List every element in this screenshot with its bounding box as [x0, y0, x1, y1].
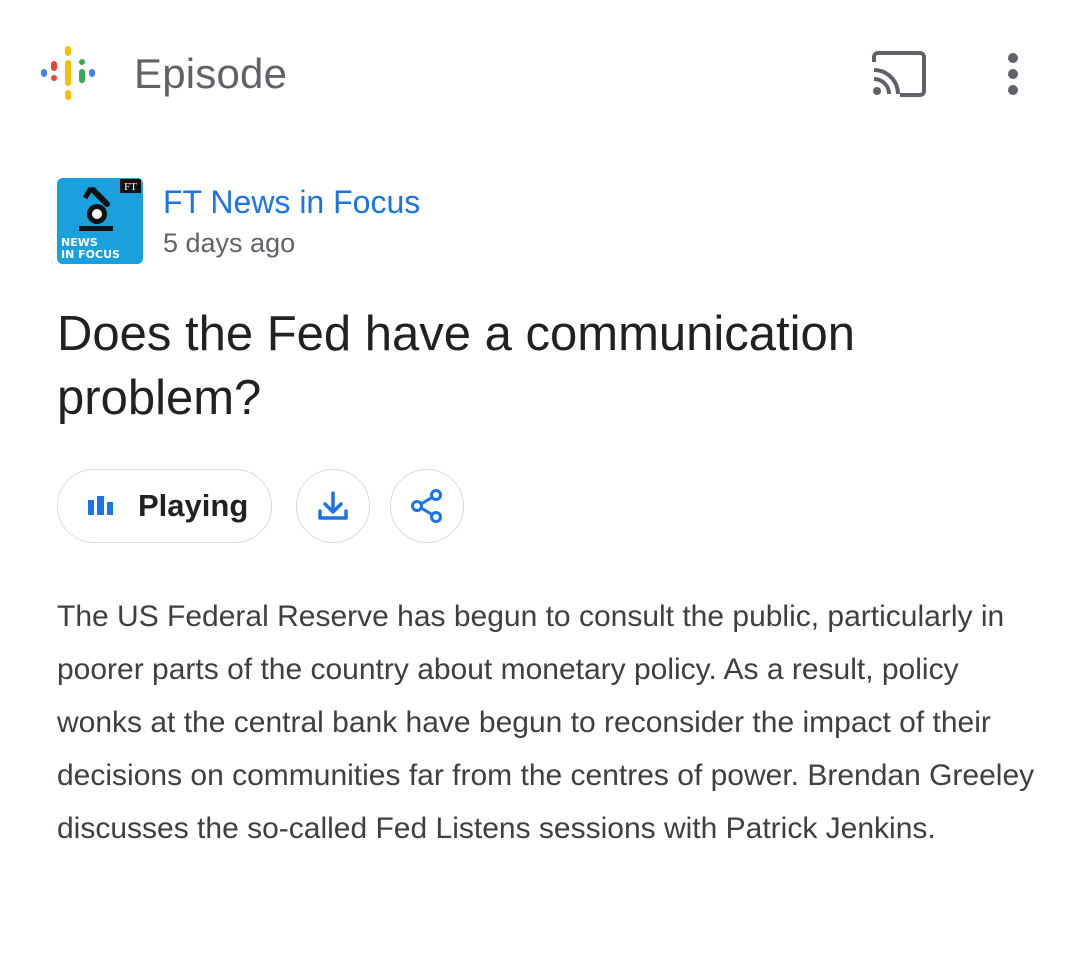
more-vert-icon — [1008, 53, 1018, 95]
art-badge-text: FT — [124, 181, 137, 193]
play-button[interactable]: Playing — [57, 469, 272, 543]
equalizer-icon — [88, 496, 113, 515]
download-icon — [318, 491, 348, 520]
more-options-button[interactable] — [990, 46, 1036, 102]
episode-age: 5 days ago — [163, 228, 296, 258]
download-button[interactable] — [296, 469, 370, 543]
episode-actions: Playing — [57, 469, 657, 545]
cast-icon — [872, 51, 926, 97]
episode-title: Does the Fed have a communication proble… — [57, 307, 856, 425]
episode-description: The US Federal Reserve has begun to cons… — [57, 600, 1035, 845]
top-app-bar: Episode — [0, 0, 1080, 146]
art-label-line2: IN FOCUS — [61, 248, 120, 261]
podcast-info: FT NEWS IN FOCUS FT News in Focus 5 days… — [57, 178, 1017, 268]
google-podcasts-logo-icon — [41, 46, 95, 100]
cast-button[interactable] — [866, 46, 932, 102]
page-title: Episode — [134, 50, 288, 97]
play-button-label: Playing — [138, 488, 249, 523]
podcast-artwork[interactable]: FT NEWS IN FOCUS — [57, 178, 143, 264]
share-button[interactable] — [390, 469, 464, 543]
podcast-name-link[interactable]: FT News in Focus — [163, 182, 420, 222]
share-icon — [411, 489, 442, 523]
podcast-artwork-image: FT NEWS IN FOCUS — [57, 178, 143, 264]
